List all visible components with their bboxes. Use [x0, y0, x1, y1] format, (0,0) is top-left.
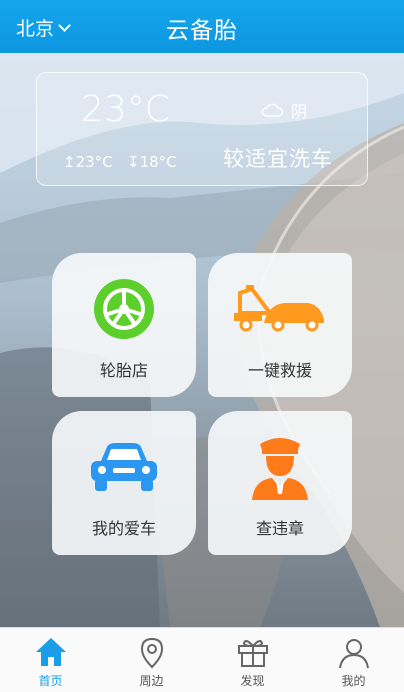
- weather-condition: 阴: [261, 98, 307, 122]
- tab-home[interactable]: 首页: [0, 628, 101, 692]
- page-title: 云备胎: [166, 18, 238, 44]
- location-pin-icon: [140, 637, 163, 669]
- weather-card: 23°C ↥23°C ↧18°C 阴 较适宜洗车: [36, 72, 368, 186]
- tile-tire-shop[interactable]: 轮胎店: [52, 253, 196, 397]
- high-temperature: ↥23°C: [63, 153, 113, 171]
- cloud-icon: [261, 103, 283, 117]
- traffic-officer-icon: [252, 438, 308, 500]
- tire-icon: [94, 279, 154, 339]
- tab-label: 首页: [38, 674, 63, 688]
- home-icon: [35, 638, 66, 666]
- tab-mine[interactable]: 我的: [303, 628, 404, 692]
- tile-roadside-rescue[interactable]: 一键救援: [208, 253, 352, 397]
- car-icon: [91, 443, 157, 491]
- arrow-up-icon: ↥: [63, 153, 76, 171]
- condition-label: 阴: [291, 102, 308, 121]
- tile-my-car[interactable]: 我的爱车: [52, 411, 196, 555]
- car-wash-advice: 较适宜洗车: [223, 147, 333, 171]
- tab-discover[interactable]: 发现: [202, 628, 303, 692]
- low-temperature: ↧18°C: [127, 153, 177, 171]
- tile-label: 一键救援: [247, 361, 312, 380]
- gift-icon: [237, 640, 268, 667]
- user-icon: [338, 639, 369, 669]
- current-temperature: 23°C: [81, 89, 170, 130]
- tab-label: 周边: [139, 674, 164, 688]
- tow-truck-icon: [234, 285, 324, 332]
- tab-label: 我的: [341, 674, 366, 688]
- bottom-tab-bar: 首页 周边 发现 我的: [0, 627, 404, 692]
- tile-label: 轮胎店: [99, 361, 148, 380]
- tile-label: 查违章: [255, 519, 304, 538]
- tile-label: 我的爱车: [91, 519, 156, 538]
- tab-label: 发现: [240, 674, 265, 688]
- tab-nearby[interactable]: 周边: [101, 628, 202, 692]
- tile-traffic-violations[interactable]: 查违章: [208, 411, 352, 555]
- app-header: 北京 云备胎: [0, 0, 404, 53]
- arrow-down-icon: ↧: [127, 153, 140, 171]
